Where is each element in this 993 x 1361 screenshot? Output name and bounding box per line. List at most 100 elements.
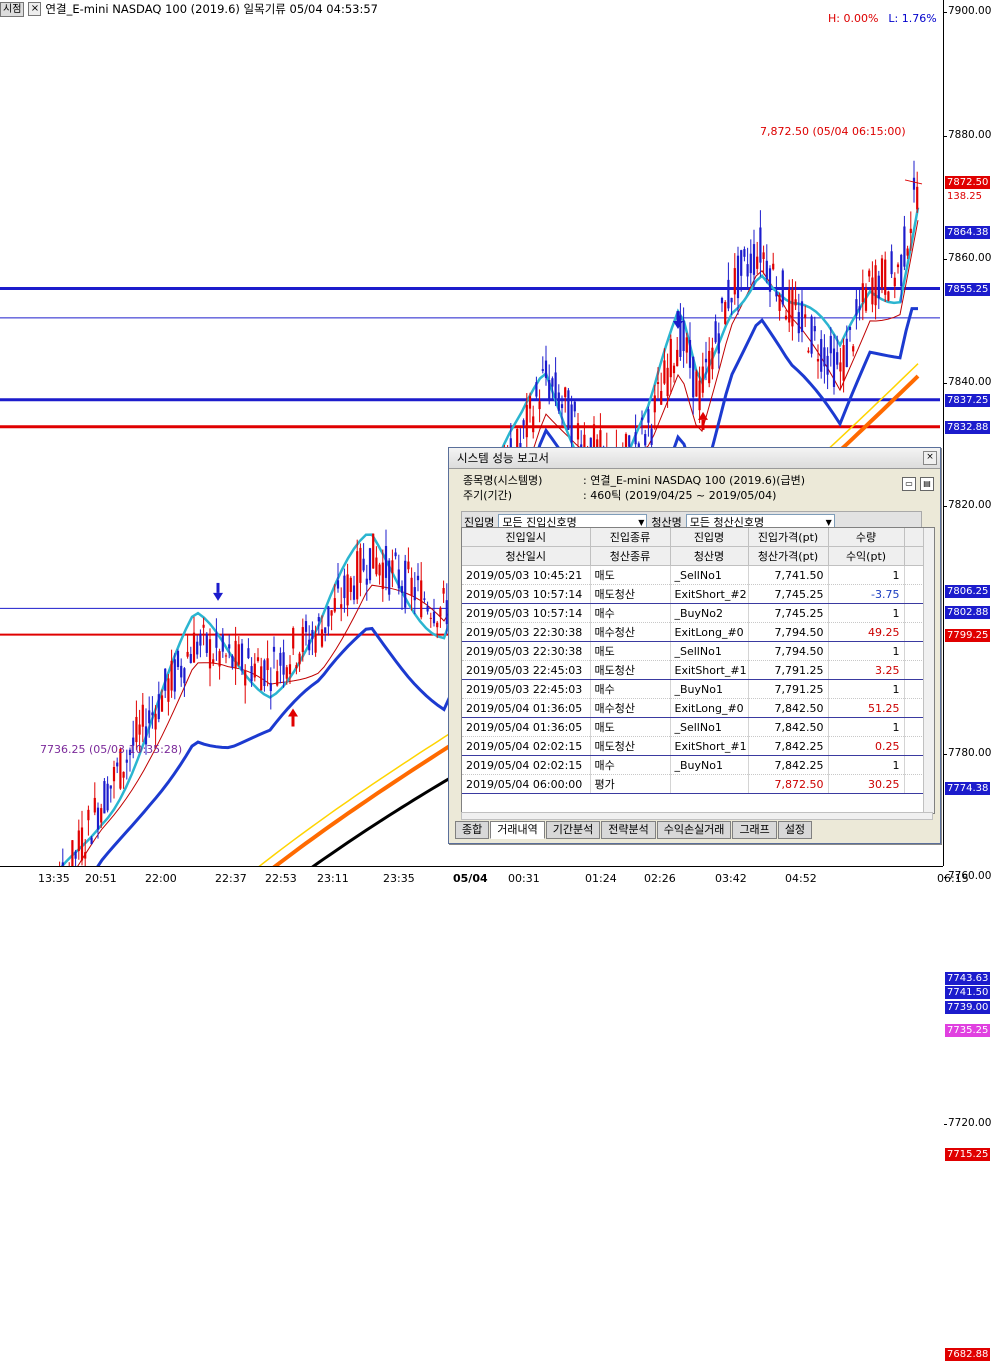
candle-body <box>218 651 221 667</box>
candle-body <box>788 289 791 323</box>
column-header[interactable]: 진입가격(pt) <box>748 528 829 547</box>
candle-body <box>317 617 320 622</box>
dialog-close-icon[interactable]: × <box>923 451 937 465</box>
candle-body <box>372 533 375 569</box>
table-row[interactable]: 2019/05/04 01:36:05 매수청산 ExitLong_#0 7,842.… <box>462 698 929 718</box>
time-axis[interactable]: 06:15 13:35 20:51 22:00 22:37 22:53 23:11 23:3… <box>0 866 969 889</box>
table-row[interactable]: 2019/05/03 22:45:03 매수 _BuyNo1 7,791.25 1 <box>462 679 929 699</box>
column-header[interactable]: 진입종류 <box>590 528 671 547</box>
candle-body <box>279 652 282 666</box>
candle-body <box>288 664 292 675</box>
price-tick-label: 7720.00 <box>948 1117 992 1130</box>
signal-name: ExitLong_#0 <box>670 622 749 642</box>
candle-body <box>669 338 672 378</box>
column-header[interactable]: 수량 <box>828 528 905 547</box>
tab-3[interactable]: 전략분석 <box>601 821 656 839</box>
qty-or-profit: 0.25 <box>828 736 905 756</box>
candle-body <box>276 671 279 686</box>
system-performance-dialog[interactable]: 시스템 성능 보고서 × 종목명(시스템명): 연결_E-mini NASDAQ… <box>448 447 941 844</box>
candle-body <box>183 668 186 684</box>
tab-2[interactable]: 기간분석 <box>545 821 601 839</box>
candle-body <box>756 256 759 269</box>
close-icon[interactable]: × <box>28 2 42 16</box>
candle-body <box>77 830 80 852</box>
candle-body <box>176 650 180 667</box>
dialog-title[interactable]: 시스템 성능 보고서 × <box>449 448 940 469</box>
candle-body <box>144 726 148 745</box>
candle-body <box>759 227 762 263</box>
tab-6[interactable]: 설정 <box>777 821 813 839</box>
candle-body <box>804 314 807 318</box>
trade-table[interactable]: 진입일시 진입종류 진입명 진입가격(pt) 수량청산일시 청산종류 청산명 청산가격(pt)… <box>461 527 935 814</box>
table-row[interactable]: 2019/05/03 22:30:38 매도 _SellNo1 7,794.50 1 <box>462 641 929 661</box>
candle-body <box>541 369 544 371</box>
candle-body <box>349 577 352 592</box>
tab-5[interactable]: 그래프 <box>732 821 777 839</box>
table-row[interactable]: 2019/05/03 10:57:14 매수 _BuyNo2 7,745.25 1 <box>462 603 929 623</box>
candle-body <box>861 283 864 303</box>
table-row[interactable]: 2019/05/03 10:45:21 매도 _SellNo1 7,741.50 1 <box>462 565 929 585</box>
candle-body <box>231 655 234 667</box>
candle-body <box>839 362 842 372</box>
price-tick-label: 7780.00 <box>948 746 992 759</box>
candle-body <box>528 396 532 409</box>
table-row[interactable]: 2019/05/04 02:02:15 매수 _BuyNo1 7,842.25 1 <box>462 755 929 775</box>
signal-name: ExitShort_#1 <box>670 736 749 756</box>
table-row[interactable]: 2019/05/04 02:02:15 매도청산 ExitShort_#1 7,842… <box>462 736 929 756</box>
axis-corner-time: 06:15 <box>937 872 969 885</box>
candle-body <box>84 852 87 859</box>
table-row[interactable]: 2019/05/03 10:57:14 매도청산 ExitShort_#2 7,745… <box>462 584 929 604</box>
candle-body <box>743 249 746 257</box>
candle-body <box>893 277 896 287</box>
candle-body <box>93 797 96 813</box>
candle-body <box>212 659 215 664</box>
column-header[interactable]: 청산일시 <box>462 546 591 566</box>
candle-body <box>224 655 228 657</box>
view-tag[interactable]: 시점 <box>0 1 25 17</box>
print-icon[interactable]: ▤ <box>920 477 934 491</box>
tab-1[interactable]: 거래내역 <box>490 821 545 839</box>
price-badge: 138.25 <box>947 190 982 202</box>
candle-body <box>103 781 106 814</box>
qty-or-profit: 1 <box>828 603 905 623</box>
candle-body <box>692 356 695 398</box>
save-icon[interactable]: ▭ <box>902 477 916 491</box>
column-header[interactable]: 수익(pt) <box>828 546 905 566</box>
price-tick <box>944 135 947 137</box>
table-horizontal-scrollbar[interactable] <box>461 812 933 820</box>
signal-name: ExitShort_#2 <box>670 584 749 604</box>
candle-body <box>320 629 324 647</box>
price-badge: 7743.63 <box>945 972 991 986</box>
table-row[interactable]: 2019/05/04 06:00:00 평가 7,872.50 30.25 <box>462 774 929 794</box>
price-badge: 7735.25 <box>945 1024 991 1038</box>
trade-type: 매수청산 <box>590 622 671 642</box>
candle-body <box>404 560 407 608</box>
tab-0[interactable]: 종합 <box>455 821 490 839</box>
candle-body <box>880 258 884 288</box>
table-row[interactable]: 2019/05/03 22:30:38 매수청산 ExitLong_#0 7,794.… <box>462 622 929 642</box>
candle-body <box>877 275 880 299</box>
signal-name: _BuyNo1 <box>670 755 749 775</box>
candle-body <box>116 762 119 767</box>
column-header[interactable]: 청산가격(pt) <box>748 546 829 566</box>
trade-price: 7,794.50 <box>748 641 829 661</box>
candle-body <box>426 606 429 612</box>
tab-4[interactable]: 수익손실거래 <box>656 821 732 839</box>
price-axis[interactable]: 7900.00 7880.00 7860.00 7840.00 7820.00 7780.… <box>943 0 993 1361</box>
column-header[interactable]: 진입일시 <box>462 528 591 547</box>
table-scrollbar[interactable] <box>923 528 934 813</box>
column-header[interactable]: 진입명 <box>670 528 749 547</box>
trade-time: 2019/05/03 22:45:03 <box>462 679 591 699</box>
trade-price: 7,745.25 <box>748 603 829 623</box>
signal-name: _BuyNo2 <box>670 603 749 623</box>
trade-time: 2019/05/04 06:00:00 <box>462 774 591 794</box>
table-row[interactable]: 2019/05/03 22:45:03 매도청산 ExitShort_#1 7,791… <box>462 660 929 680</box>
column-header[interactable]: 청산명 <box>670 546 749 566</box>
column-header[interactable]: 청산종류 <box>590 546 671 566</box>
candle-body <box>333 598 336 612</box>
candle-body <box>576 423 580 440</box>
candle-body <box>903 226 906 267</box>
table-row[interactable]: 2019/05/04 01:36:05 매도 _SellNo1 7,842.50 1 <box>462 717 929 737</box>
price-badge: 7802.88 <box>945 606 991 620</box>
candle-body <box>90 837 93 845</box>
